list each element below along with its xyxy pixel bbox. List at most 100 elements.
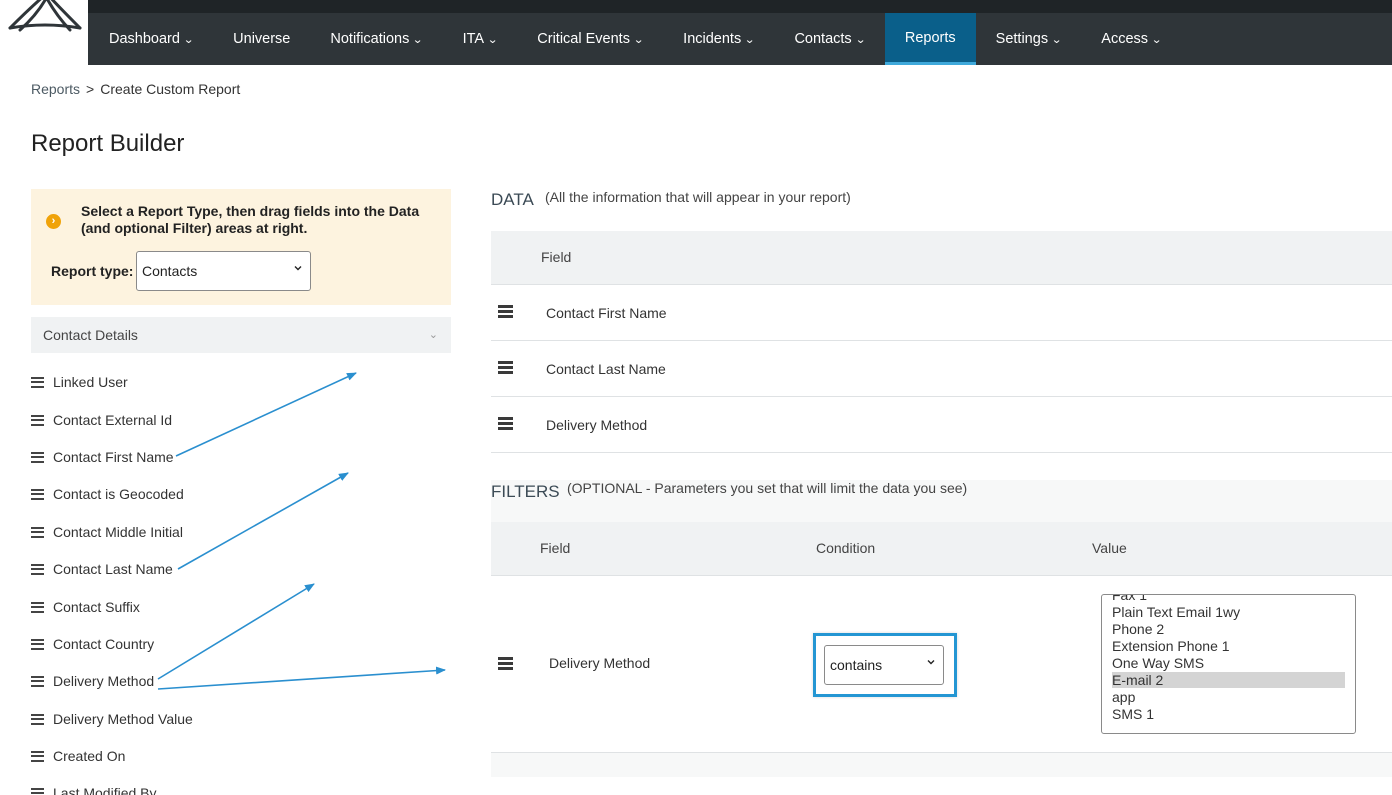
data-row[interactable]: Contact First Name: [491, 285, 1392, 341]
data-row[interactable]: Contact Last Name: [491, 341, 1392, 397]
chevron-down-icon: ⌄: [412, 33, 424, 46]
draggable-field[interactable]: Delivery Method: [31, 671, 154, 691]
nav-contacts[interactable]: Contacts ⌄: [774, 13, 884, 65]
drag-handle-icon: [31, 787, 44, 795]
drag-handle-icon: [31, 526, 44, 538]
instruction-panel: › Select a Report Type, then drag fields…: [31, 189, 451, 305]
nav-label: Critical Events: [537, 31, 630, 47]
value-option[interactable]: Extension Phone 1: [1112, 638, 1345, 654]
condition-value: contains: [830, 657, 883, 673]
draggable-field[interactable]: Contact Middle Initial: [31, 522, 183, 542]
filters-panel: Field Condition Value Delivery Method co…: [491, 480, 1392, 777]
nav-label: Contacts: [794, 31, 852, 47]
draggable-field[interactable]: Linked User: [31, 372, 128, 392]
accordion-title: Contact Details: [43, 327, 138, 343]
field-label: Delivery Method Value: [53, 711, 193, 727]
column-header-condition: Condition: [816, 540, 876, 556]
nav-dashboard[interactable]: Dashboard ⌄: [89, 13, 213, 65]
drag-handle-icon: [31, 601, 44, 613]
chevron-right-circle-icon: ›: [46, 214, 61, 229]
nav-critical-events[interactable]: Critical Events ⌄: [517, 13, 663, 65]
draggable-field[interactable]: Created On: [31, 746, 125, 766]
drag-handle-icon[interactable]: [498, 361, 513, 374]
value-option[interactable]: Plain Text Email 1wy: [1112, 604, 1345, 620]
nav-universe[interactable]: Universe: [213, 13, 310, 65]
data-table-header: Field: [491, 231, 1392, 285]
drag-handle-icon[interactable]: [498, 305, 513, 318]
drag-handle-icon: [31, 376, 44, 388]
filter-field-name: Delivery Method: [549, 655, 651, 671]
data-row[interactable]: Delivery Method: [491, 397, 1392, 453]
draggable-field[interactable]: Contact Last Name: [31, 559, 173, 579]
value-listbox[interactable]: Fax 1 Plain Text Email 1wy Phone 2 Exten…: [1101, 594, 1356, 734]
chevron-down-icon: ⌄: [487, 33, 499, 46]
filters-section-title: FILTERS: [491, 482, 560, 501]
value-option[interactable]: Phone 2: [1112, 621, 1345, 637]
nav-label: Settings: [995, 31, 1049, 47]
field-label: Contact Middle Initial: [53, 524, 183, 540]
chevron-down-icon: ⌄: [1051, 33, 1063, 46]
field-label: Contact External Id: [53, 412, 173, 428]
data-row-field: Contact Last Name: [546, 361, 666, 377]
breadcrumb-separator: >: [86, 81, 95, 97]
draggable-field[interactable]: Contact Suffix: [31, 597, 140, 617]
drag-handle-icon: [31, 750, 44, 762]
field-label: Contact Last Name: [53, 561, 173, 577]
field-label: Last Modified By: [53, 785, 157, 795]
nav-settings[interactable]: Settings ⌄: [976, 13, 1082, 65]
condition-highlight: contains: [813, 633, 957, 697]
field-label: Contact Country: [53, 636, 155, 652]
draggable-field[interactable]: Contact is Geocoded: [31, 484, 184, 504]
drag-handle-icon: [31, 563, 44, 575]
draggable-field[interactable]: Contact First Name: [31, 447, 174, 467]
value-option[interactable]: One Way SMS: [1112, 655, 1345, 671]
draggable-field[interactable]: Delivery Method Value: [31, 709, 193, 729]
value-option[interactable]: app: [1112, 689, 1345, 705]
nav-incidents[interactable]: Incidents ⌄: [663, 13, 774, 65]
drag-handle-icon[interactable]: [498, 417, 513, 430]
chevron-down-icon: [294, 266, 302, 271]
field-label: Contact First Name: [53, 449, 174, 465]
chevron-down-icon: ⌄: [744, 33, 756, 46]
brand-logo[interactable]: [0, 0, 88, 65]
report-type-label: Report type:: [51, 263, 134, 279]
data-row-field: Contact First Name: [546, 305, 667, 321]
field-label: Linked User: [53, 374, 128, 390]
nav-label: Incidents: [683, 31, 742, 47]
filters-section-subtitle: (OPTIONAL - Parameters you set that will…: [567, 480, 968, 496]
draggable-field[interactable]: Contact Country: [31, 634, 154, 654]
drag-handle-icon: [31, 414, 44, 426]
nav-label: Notifications: [330, 31, 410, 47]
drag-handle-icon: [31, 451, 44, 463]
field-label: Contact is Geocoded: [53, 486, 184, 502]
nav-access[interactable]: Access ⌄: [1081, 13, 1181, 65]
instruction-text: Select a Report Type, then drag fields i…: [81, 203, 420, 236]
value-option[interactable]: SMS 1: [1112, 706, 1345, 722]
data-section-subtitle: (All the information that will appear in…: [545, 189, 851, 205]
top-strip: [0, 0, 1392, 13]
field-label: Delivery Method: [53, 673, 155, 689]
nav-reports[interactable]: Reports: [884, 13, 976, 65]
chevron-down-icon: ⌄: [854, 33, 866, 46]
value-option[interactable]: Fax 1: [1112, 595, 1345, 603]
value-option-selected[interactable]: E-mail 2: [1112, 672, 1345, 688]
contact-details-accordion[interactable]: Contact Details ⌄: [31, 317, 451, 353]
top-nav-bar: Dashboard ⌄ Universe Notifications ⌄ ITA ⌄ …: [0, 0, 1392, 65]
draggable-field[interactable]: Contact External Id: [31, 410, 172, 430]
condition-select[interactable]: contains: [824, 645, 944, 685]
data-row-field: Delivery Method: [546, 417, 648, 433]
draggable-field[interactable]: Last Modified By: [31, 783, 157, 795]
nav-notifications[interactable]: Notifications ⌄: [310, 13, 442, 65]
nav-ita[interactable]: ITA ⌄: [443, 13, 518, 65]
filter-row: Delivery Method contains Fax 1 Plain Tex…: [491, 576, 1392, 753]
available-fields-list: Linked User Contact External Id Contact …: [31, 363, 451, 795]
drag-handle-icon: [31, 713, 44, 725]
nav-label: ITA: [462, 31, 485, 47]
column-header-value: Value: [1092, 540, 1127, 556]
report-type-select[interactable]: Contacts: [136, 251, 311, 291]
drag-handle-icon[interactable]: [498, 657, 513, 670]
breadcrumb-reports-link[interactable]: Reports: [31, 81, 80, 97]
drag-handle-icon: [31, 488, 44, 500]
filters-table-header: Field Condition Value: [491, 522, 1392, 576]
chevron-down-icon: ⌄: [633, 33, 645, 46]
